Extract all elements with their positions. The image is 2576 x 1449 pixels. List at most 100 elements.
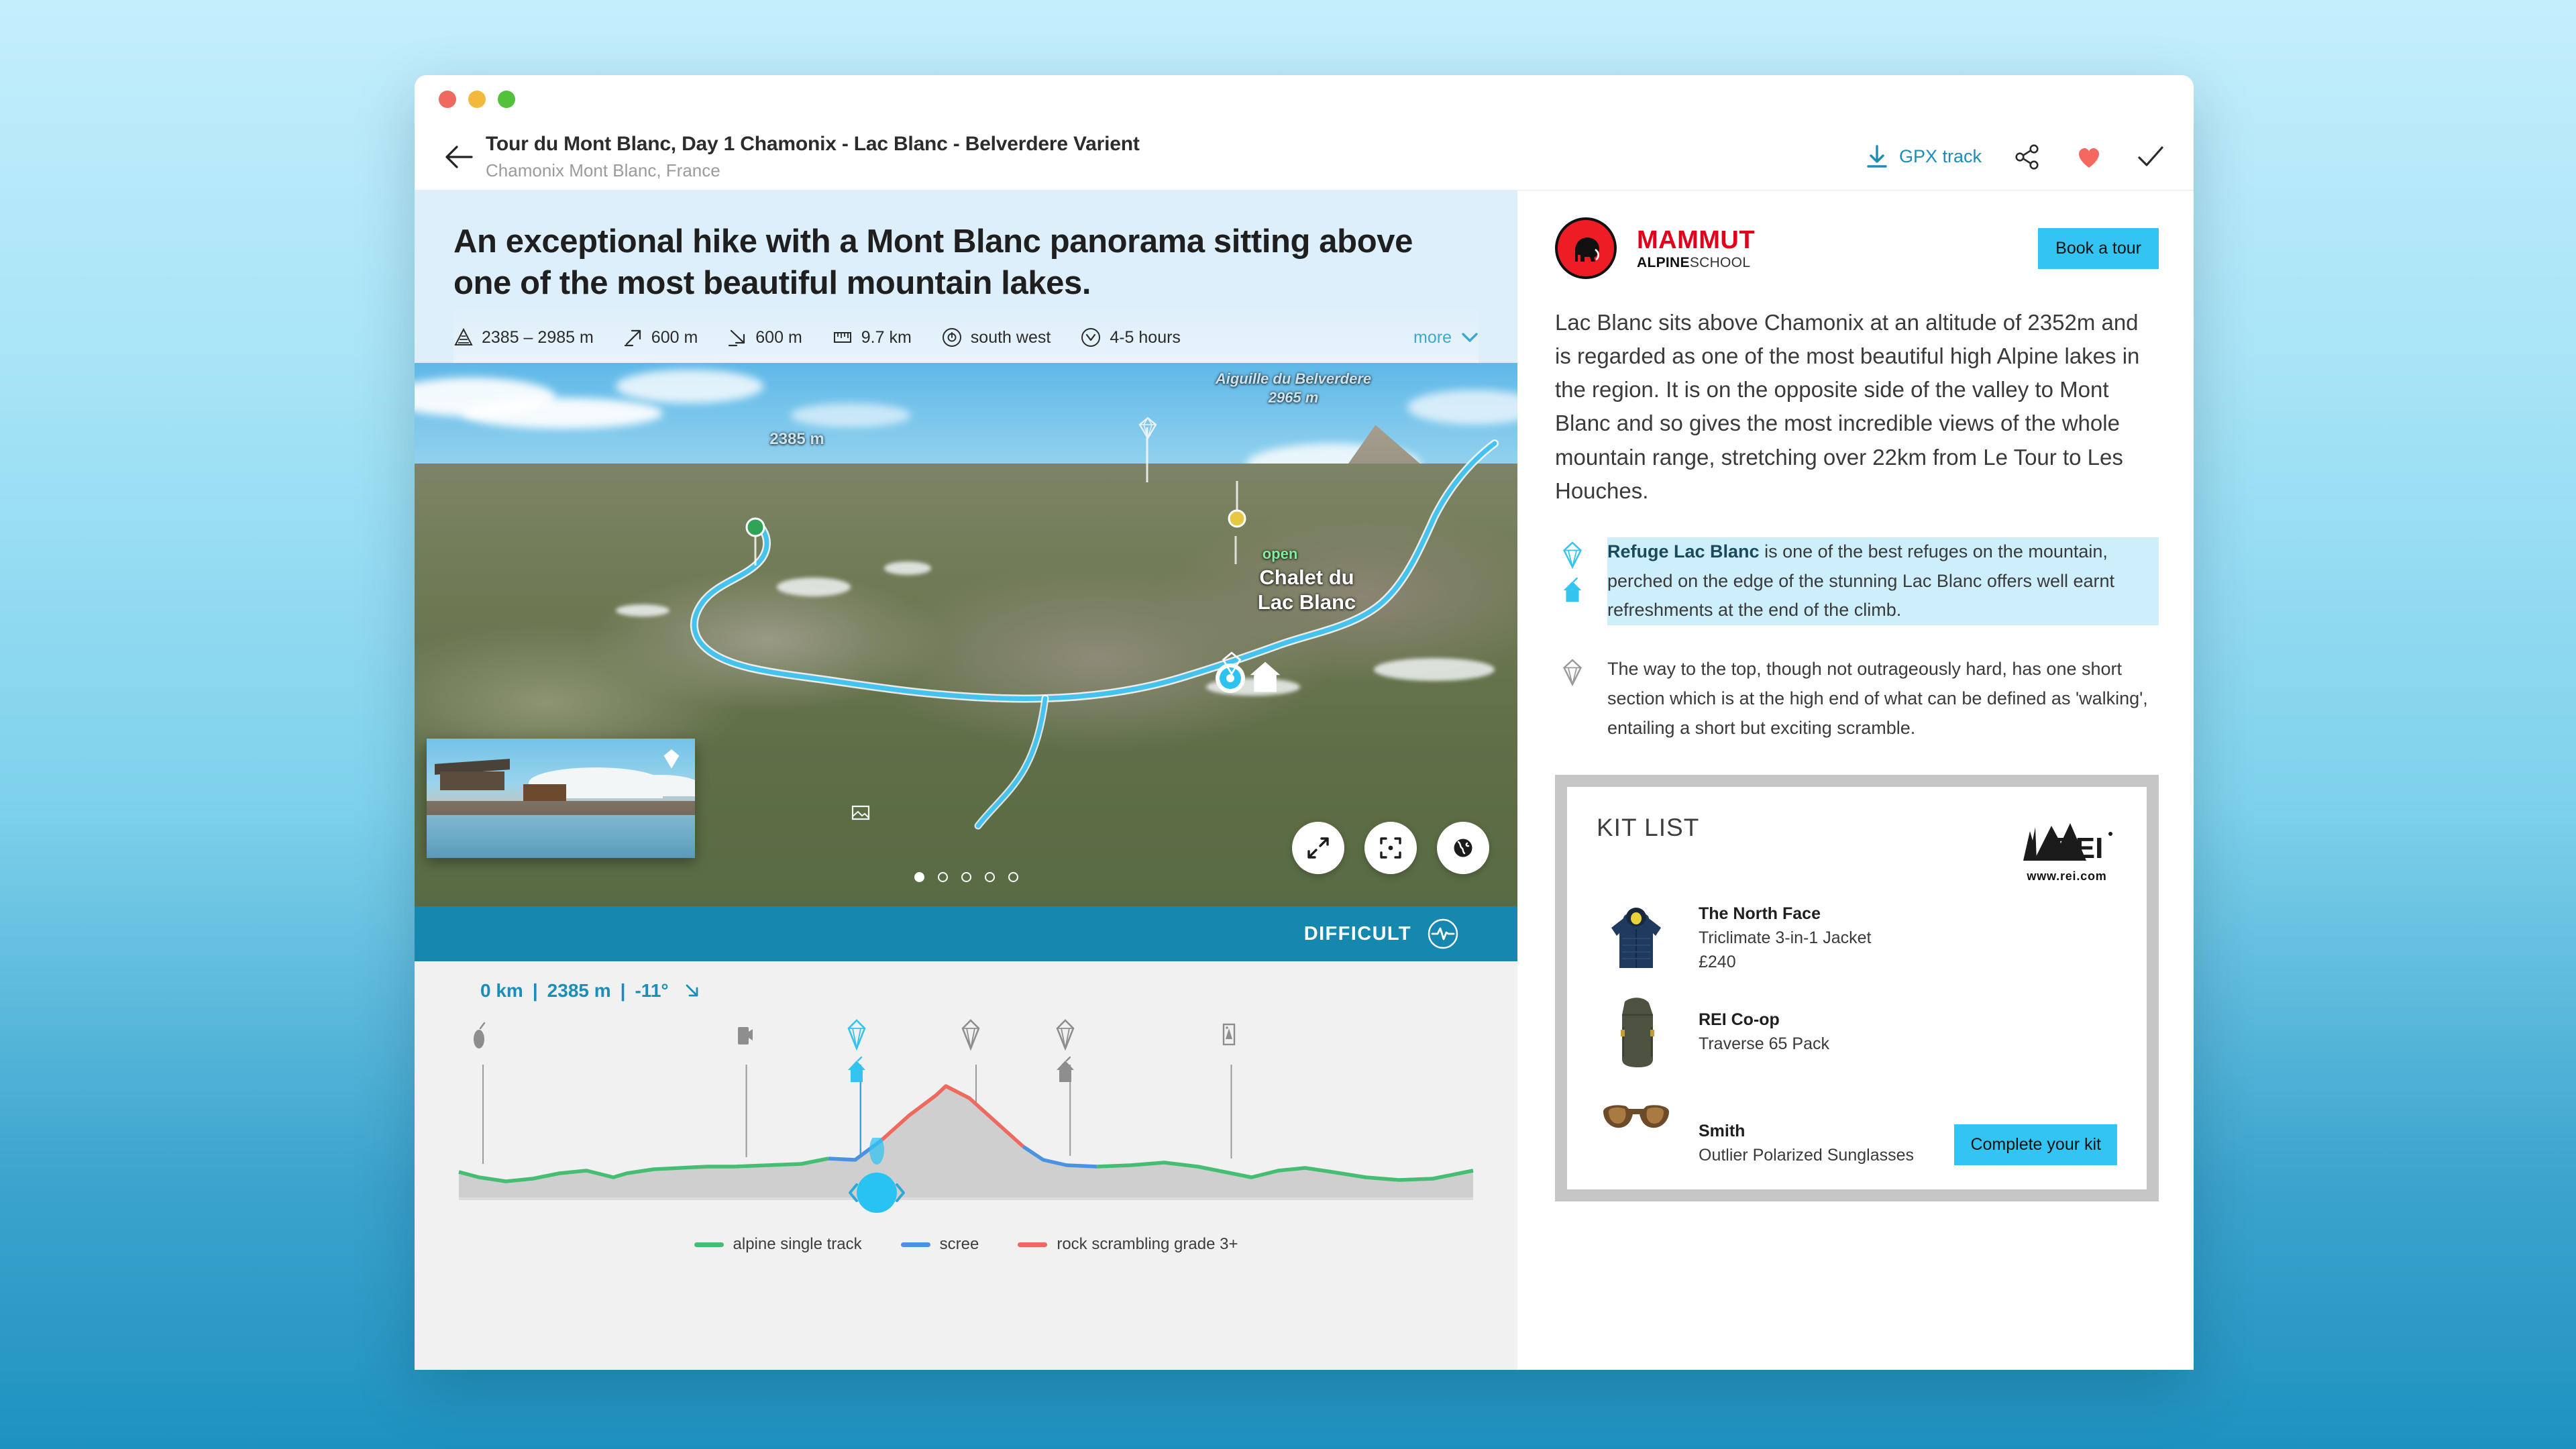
map-photo-inset[interactable]	[427, 739, 695, 859]
readout-distance: 0 km	[480, 980, 523, 1002]
photo-hut-shape	[440, 771, 504, 790]
stat-distance-value: 9.7 km	[861, 327, 912, 347]
photo-icon[interactable]	[851, 802, 871, 822]
stat-ascent-value: 600 m	[651, 327, 698, 347]
left-column: An exceptional hike with a Mont Blanc pa…	[415, 191, 1517, 1370]
elevation-scrubber[interactable]	[845, 1135, 909, 1222]
gem-icon[interactable]	[1136, 417, 1159, 446]
readout-separator-1: |	[532, 980, 538, 1002]
window-minimize-button[interactable]	[468, 91, 486, 108]
carousel-dot[interactable]	[914, 872, 924, 883]
carousel-dot[interactable]	[961, 872, 971, 883]
stats-bar: 2385 – 2985 m 600 m 600 m 9.7 km south w…	[453, 304, 1479, 364]
expand-diagonal-icon	[1307, 837, 1329, 859]
kit-list-card: KIT LIST REI www.rei.com The North Face …	[1555, 775, 2159, 1202]
kit-item-row[interactable]: The North Face Triclimate 3-in-1 Jacket …	[1597, 898, 2117, 977]
elevation-chart[interactable]	[452, 1019, 1480, 1226]
more-stats-button[interactable]: more	[1413, 328, 1479, 347]
window-maximize-button[interactable]	[498, 91, 515, 108]
gem-icon[interactable]	[1055, 1019, 1076, 1053]
legend-item-scree: scree	[900, 1235, 979, 1254]
legend-label: alpine single track	[733, 1235, 862, 1254]
kit-item-row[interactable]: Smith Outlier Polarized Sunglasses Compl…	[1597, 1086, 2117, 1166]
gem-icon	[1563, 541, 1582, 569]
legend-swatch	[900, 1242, 930, 1247]
page-title: Tour du Mont Blanc, Day 1 Chamonix - Lac…	[486, 132, 1140, 155]
stat-duration-value: 4-5 hours	[1110, 327, 1181, 347]
mark-done-button[interactable]	[2135, 141, 2167, 173]
page-subtitle: Chamonix Mont Blanc, France	[486, 160, 720, 180]
right-column: MAMMUT ALPINESCHOOL Book a tour Lac Blan…	[1517, 191, 2194, 1370]
compass-icon	[942, 328, 961, 347]
camera-icon[interactable]	[734, 1022, 754, 1051]
intro-headline: An exceptional hike with a Mont Blanc pa…	[453, 223, 1413, 301]
elevation-profile	[458, 1084, 1474, 1201]
legend-label: scree	[939, 1235, 979, 1254]
back-button[interactable]	[440, 139, 476, 175]
stat-altitude-value: 2385 – 2985 m	[482, 327, 594, 347]
altitude-icon	[454, 328, 473, 346]
map-controls	[1292, 822, 1489, 875]
kit-item-brand: Smith	[1699, 1122, 1746, 1141]
stat-duration: 4-5 hours	[1080, 327, 1181, 348]
book-a-tour-button[interactable]: Book a tour	[2038, 227, 2159, 269]
legend-item-rock-scrambling: rock scrambling grade 3+	[1018, 1235, 1238, 1254]
kit-item-row[interactable]: REI Co-op Traverse 65 Pack	[1597, 992, 2117, 1071]
kit-item-name: Triclimate 3-in-1 Jacket	[1699, 928, 1872, 947]
share-icon	[2015, 144, 2039, 170]
kit-list-inner: KIT LIST REI www.rei.com The North Face …	[1567, 787, 2147, 1190]
elevation-readout: 0 km | 2385 m | -11°	[415, 980, 1517, 1002]
clock-icon	[1081, 328, 1101, 347]
map-viewport[interactable]: Aiguille du Belverdere 2965 m 2385 m ope…	[415, 363, 1517, 907]
legend-label: rock scrambling grade 3+	[1057, 1235, 1238, 1254]
brand-row: MAMMUT ALPINESCHOOL Book a tour	[1555, 217, 2159, 279]
complete-your-kit-button[interactable]: Complete your kit	[1954, 1124, 2117, 1166]
svg-text:REI: REI	[2054, 832, 2103, 863]
header-titles: Tour du Mont Blanc, Day 1 Chamonix - Lac…	[486, 132, 1866, 181]
rei-branding: REI www.rei.com	[2017, 814, 2117, 883]
mammut-tagline: ALPINESCHOOL	[1637, 256, 1755, 270]
kit-list-title: KIT LIST	[1597, 814, 1700, 842]
globe-view-button[interactable]	[1437, 822, 1489, 875]
photo-snow-shape	[620, 774, 695, 796]
page-header: Tour du Mont Blanc, Day 1 Chamonix - Lac…	[415, 123, 2194, 191]
elevation-legend: alpine single track scree rock scramblin…	[415, 1226, 1517, 1254]
ascent-icon	[624, 330, 641, 347]
sidebar-content: MAMMUT ALPINESCHOOL Book a tour Lac Blan…	[1517, 191, 2194, 1202]
photo-icon[interactable]	[1219, 1020, 1239, 1051]
descent-icon	[729, 330, 745, 347]
readout-altitude: 2385 m	[547, 980, 611, 1002]
kit-item-brand: The North Face	[1699, 904, 1821, 923]
intro-block: An exceptional hike with a Mont Blanc pa…	[415, 191, 1517, 364]
expand-map-button[interactable]	[1292, 822, 1344, 875]
scrubber-handle-icon	[848, 1135, 905, 1214]
viewpoint-icon[interactable]	[469, 1020, 489, 1053]
house-icon[interactable]	[1246, 658, 1284, 696]
carousel-dot[interactable]	[985, 872, 995, 883]
gem-icon[interactable]	[960, 1019, 981, 1053]
kit-item-info: Smith Outlier Polarized Sunglasses	[1699, 1122, 1914, 1165]
route-description: Lac Blanc sits above Chamonix at an alti…	[1555, 310, 2140, 503]
map-carousel-dots[interactable]	[914, 872, 1018, 883]
carousel-dot[interactable]	[1008, 872, 1018, 883]
fit-bounds-icon	[1380, 837, 1401, 859]
carousel-dot[interactable]	[938, 872, 948, 883]
more-stats-label: more	[1413, 327, 1452, 347]
fit-bounds-button[interactable]	[1364, 822, 1417, 875]
window-close-button[interactable]	[439, 91, 456, 108]
gem-icon[interactable]	[846, 1019, 867, 1053]
tip-scramble-text: The way to the top, though not outrageou…	[1607, 659, 2148, 738]
stat-ascent: 600 m	[623, 327, 698, 347]
stat-direction-value: south west	[970, 327, 1051, 347]
tip-refuge-lead: Refuge Lac Blanc	[1607, 541, 1760, 561]
mammut-mammoth-icon	[1555, 217, 1617, 279]
hut-icon	[1563, 577, 1582, 602]
mammut-tagline-bold: ALPINE	[1637, 254, 1690, 270]
gem-icon	[663, 749, 680, 769]
hut-icon[interactable]	[1220, 651, 1244, 682]
share-button[interactable]	[2011, 141, 2043, 173]
check-icon	[2138, 146, 2163, 166]
legend-swatch	[1018, 1242, 1048, 1247]
favourite-button[interactable]	[2073, 141, 2105, 173]
gpx-track-button[interactable]: GPX track	[1866, 144, 1982, 169]
